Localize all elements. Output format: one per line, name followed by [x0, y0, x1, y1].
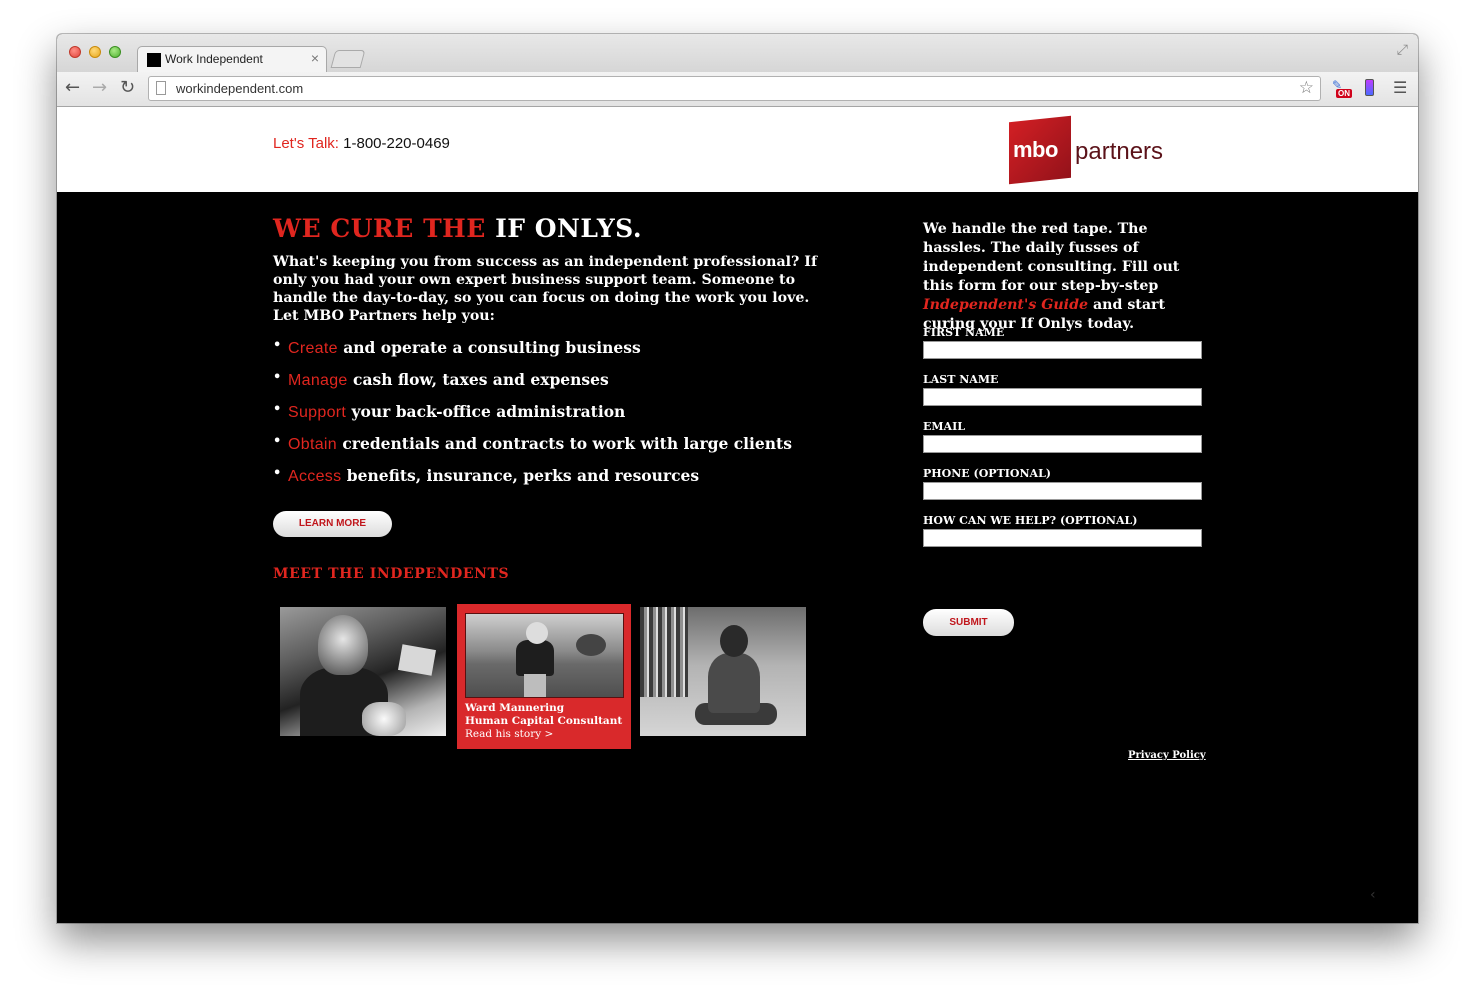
independent-photo-woman-coffee[interactable] [280, 607, 446, 736]
meet-independents-heading: MEET THE INDEPENDENTS [273, 566, 510, 582]
extension-badge: ON [1336, 89, 1352, 98]
logo-partners-text: partners [1075, 138, 1164, 165]
benefit-item: Create and operate a consulting business [273, 338, 792, 370]
photo-detail [524, 674, 546, 697]
back-arrow-icon[interactable]: ← [65, 77, 80, 98]
site-header: Let's Talk: 1-800-220-0469 mbo partners [57, 107, 1418, 192]
featured-name: Ward Mannering [465, 702, 565, 714]
benefit-item: Access benefits, insurance, perks and re… [273, 466, 792, 498]
benefits-list: Create and operate a consulting business… [273, 338, 792, 498]
phone-field-group: PHONE (OPTIONAL) [923, 467, 1202, 500]
benefit-text: and operate a consulting business [343, 338, 641, 357]
headline-white: IF ONLYS. [495, 214, 643, 243]
tab-strip: Work Independent × ⤢ [57, 34, 1418, 72]
submit-button[interactable]: SUBMIT [923, 609, 1014, 636]
intro-text: What's keeping you from success as an in… [273, 254, 818, 324]
benefit-item: Obtain credentials and contracts to work… [273, 434, 792, 466]
first-name-label: FIRST NAME [923, 326, 1005, 339]
extension-on-icon[interactable]: ✎ ON [1330, 78, 1352, 100]
help-field-group: HOW CAN WE HELP? (OPTIONAL) [923, 514, 1202, 547]
privacy-policy-link[interactable]: Privacy Policy [1128, 750, 1206, 761]
page-icon [156, 81, 166, 95]
photo-detail [398, 644, 436, 676]
guide-link[interactable]: Independent's Guide [923, 297, 1088, 313]
reload-icon[interactable]: ↻ [120, 77, 135, 98]
browser-toolbar: ← → ↻ workindependent.com ☆ ✎ ON ☰ [57, 72, 1418, 107]
headline-red: WE CURE THE [273, 214, 486, 243]
email-field-group: EMAIL [923, 420, 1202, 453]
photo-detail [708, 653, 760, 713]
form-intro-before: We handle the red tape. The hassles. The… [923, 221, 1180, 294]
featured-independent-card[interactable]: Ward Mannering Human Capital Consultant … [457, 604, 631, 749]
new-tab-button[interactable] [330, 50, 366, 68]
phone-input[interactable] [923, 482, 1202, 500]
benefit-text: credentials and contracts to work with l… [342, 434, 792, 453]
forward-arrow-icon[interactable]: → [92, 77, 107, 98]
photo-detail [526, 622, 548, 644]
benefit-key: Support [288, 404, 347, 421]
learn-more-button[interactable]: LEARN MORE [273, 511, 392, 537]
phone-number[interactable]: 1-800-220-0469 [343, 135, 450, 152]
contact-line: Let's Talk: 1-800-220-0469 [273, 135, 450, 152]
tab-close-icon[interactable]: × [311, 50, 319, 66]
help-input[interactable] [923, 529, 1202, 547]
fullscreen-icon[interactable]: ⤢ [1397, 42, 1408, 58]
photo-detail [318, 615, 368, 675]
mbo-partners-logo[interactable]: mbo partners [1009, 115, 1189, 185]
last-name-label: LAST NAME [923, 373, 999, 386]
benefit-text: your back-office administration [351, 402, 626, 421]
read-story-link[interactable]: Read his story > [465, 728, 622, 741]
first-name-input[interactable] [923, 341, 1202, 359]
email-input[interactable] [923, 435, 1202, 453]
last-name-input[interactable] [923, 388, 1202, 406]
favicon-icon [147, 53, 161, 67]
benefit-key: Obtain [288, 436, 337, 453]
featured-photo-golfer [465, 613, 624, 698]
benefit-text: benefits, insurance, perks and resources [346, 466, 700, 485]
featured-title: Human Capital Consultant [465, 715, 623, 727]
browser-tab[interactable]: Work Independent × [137, 46, 327, 72]
help-label: HOW CAN WE HELP? (OPTIONAL) [923, 514, 1138, 527]
tab-title: Work Independent [165, 52, 263, 66]
url-text[interactable]: workindependent.com [176, 81, 303, 96]
benefit-key: Create [288, 340, 338, 357]
photo-detail [516, 640, 554, 676]
independent-photo-woman-reading[interactable] [640, 607, 806, 736]
phone-extension-icon[interactable] [1365, 79, 1374, 96]
address-bar[interactable]: workindependent.com ☆ [148, 76, 1321, 101]
talk-label: Let's Talk: [273, 135, 339, 152]
bookmark-star-icon[interactable]: ☆ [1299, 78, 1314, 98]
benefit-key: Access [288, 468, 342, 485]
window-close-button[interactable] [69, 46, 81, 58]
phone-label: PHONE (OPTIONAL) [923, 467, 1052, 480]
benefit-key: Manage [288, 372, 348, 389]
photo-detail [640, 607, 688, 697]
last-name-field-group: LAST NAME [923, 373, 1202, 406]
email-label: EMAIL [923, 420, 965, 433]
web-page: Let's Talk: 1-800-220-0469 mbo partners … [57, 107, 1418, 923]
form-intro-text: We handle the red tape. The hassles. The… [923, 220, 1213, 334]
benefit-item: Support your back-office administration [273, 402, 792, 434]
featured-caption: Ward Mannering Human Capital Consultant … [465, 702, 622, 741]
window-maximize-button[interactable] [109, 46, 121, 58]
window-minimize-button[interactable] [89, 46, 101, 58]
benefit-text: cash flow, taxes and expenses [353, 370, 609, 389]
photo-detail [576, 634, 606, 656]
benefit-item: Manage cash flow, taxes and expenses [273, 370, 792, 402]
menu-icon[interactable]: ☰ [1393, 78, 1407, 97]
logo-mbo-text: mbo [1013, 137, 1058, 162]
page-headline: WE CURE THE IF ONLYS. [273, 214, 642, 243]
corner-arrow-icon: ‹ [1370, 887, 1376, 903]
first-name-field-group: FIRST NAME [923, 326, 1202, 359]
photo-detail [720, 625, 748, 657]
photo-detail [362, 702, 406, 736]
browser-window: Work Independent × ⤢ ← → ↻ workindepende… [57, 34, 1418, 923]
